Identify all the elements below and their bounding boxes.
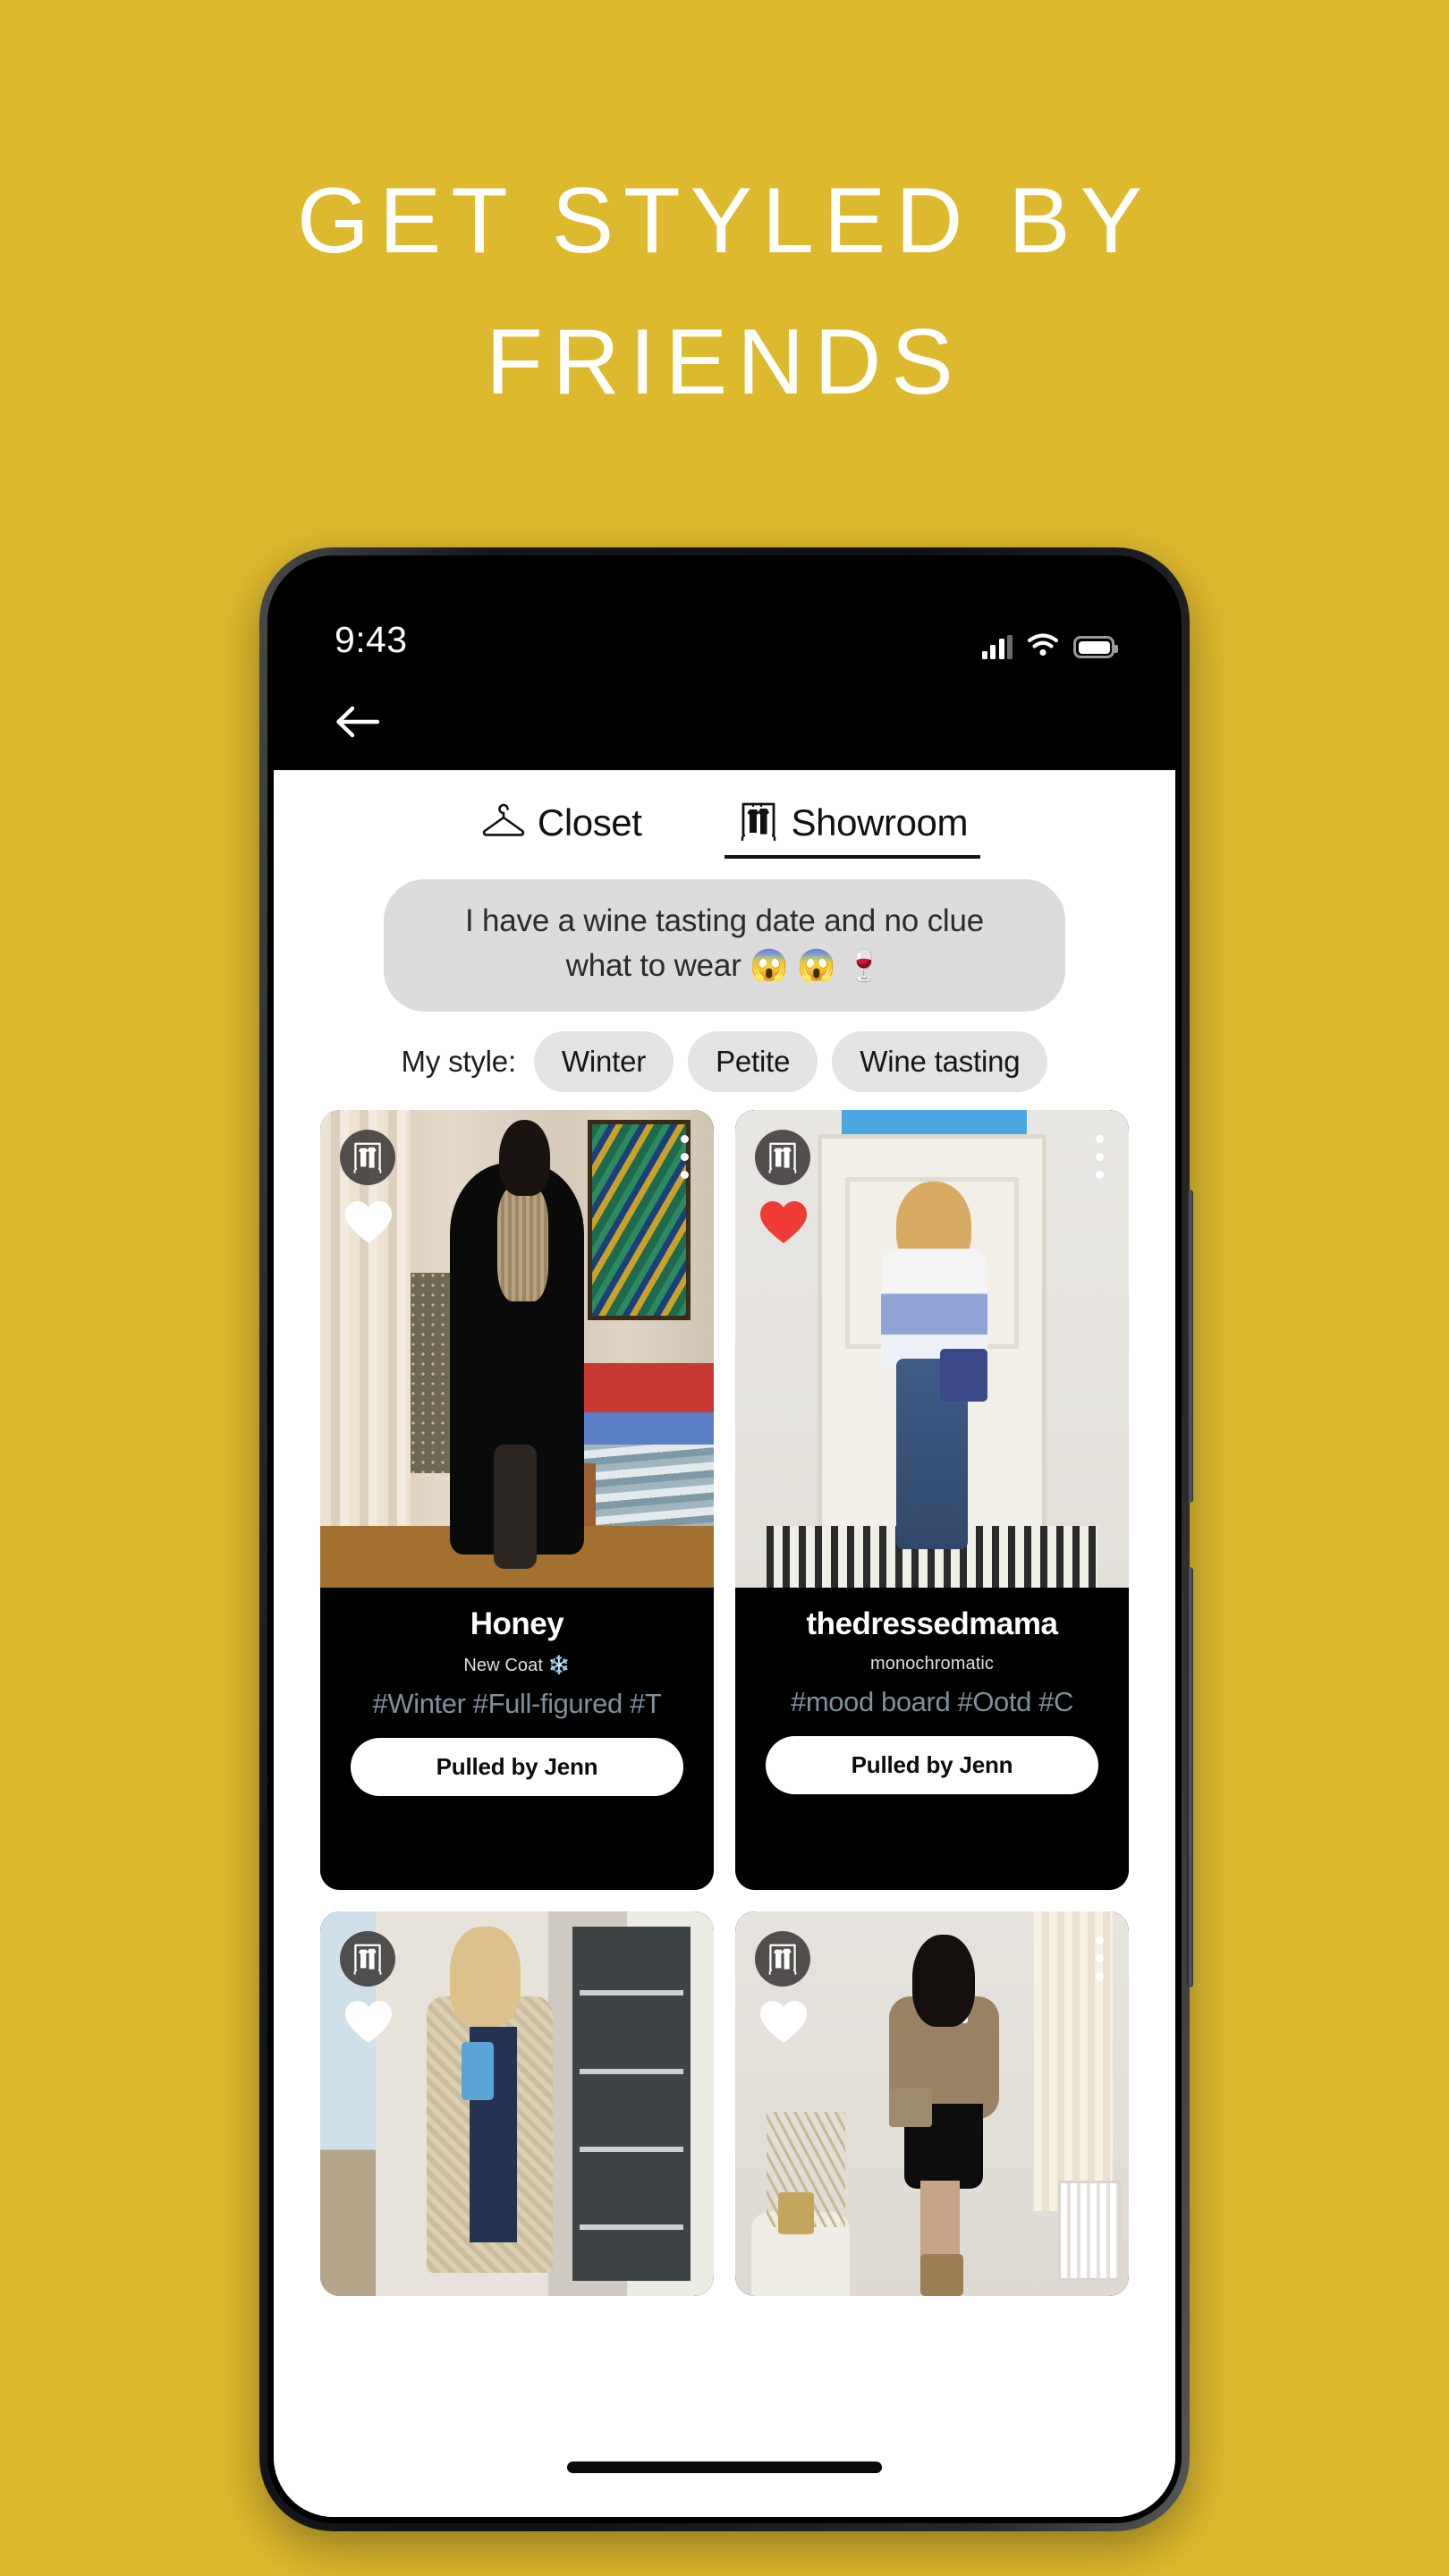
app-content: Closet Showroom I have a wine tasting da…: [274, 770, 1175, 2517]
outfit-photo[interactable]: [320, 1911, 714, 2297]
outfit-photo[interactable]: [735, 1110, 1129, 1589]
pulled-by-button[interactable]: Pulled by Jenn: [351, 1737, 683, 1796]
clothing-rack-icon: [755, 1931, 810, 1987]
outfit-card[interactable]: thedressedmama monochromatic #mood board…: [735, 1110, 1129, 1891]
status-icons: [981, 633, 1118, 661]
outfit-caption: thedressedmama monochromatic #mood board…: [735, 1588, 1129, 1891]
tab-closet[interactable]: Closet: [481, 801, 642, 856]
outfit-card[interactable]: [320, 1911, 714, 2297]
style-chip-winter[interactable]: Winter: [533, 1031, 674, 1093]
clothing-rack-icon: [737, 799, 780, 848]
status-time: 9:43: [335, 619, 408, 660]
showroom-grid: Honey New Coat ❄️ #Winter #Full-figured …: [274, 1110, 1175, 2417]
tab-closet-label: Closet: [537, 801, 642, 843]
outfit-username: thedressedmama: [806, 1606, 1058, 1642]
page-title-line-2: FRIENDS: [486, 310, 963, 415]
style-chip-petite[interactable]: Petite: [688, 1031, 818, 1093]
phone-mockup: 9:43 Closet Showroom I have a wine tasti…: [259, 547, 1193, 2531]
outfit-subtitle: monochromatic: [869, 1653, 995, 1674]
home-indicator-bar[interactable]: [567, 2461, 882, 2473]
more-options-icon[interactable]: [681, 1135, 689, 1180]
outfit-card[interactable]: [735, 1911, 1129, 2297]
outfit-caption: Honey New Coat ❄️ #Winter #Full-figured …: [320, 1588, 714, 1891]
outfit-tags: #mood board #Ootd #C: [791, 1685, 1073, 1717]
outfit-tags: #Winter #Full-figured #T: [372, 1687, 662, 1719]
outfit-card[interactable]: Honey New Coat ❄️ #Winter #Full-figured …: [320, 1110, 714, 1891]
phone-bezel: 9:43 Closet Showroom I have a wine tasti…: [267, 555, 1182, 2523]
outfit-username: Honey: [470, 1606, 564, 1642]
prompt-line-1: I have a wine tasting date and no clue: [464, 903, 985, 938]
prompt-section: I have a wine tasting date and no clue w…: [274, 874, 1175, 1013]
wifi-icon: [1027, 633, 1059, 661]
tab-showroom[interactable]: Showroom: [724, 799, 980, 859]
style-request-bubble[interactable]: I have a wine tasting date and no clue w…: [384, 879, 1065, 1013]
style-chip-wine-tasting[interactable]: Wine tasting: [832, 1031, 1048, 1093]
tab-showroom-label: Showroom: [791, 801, 969, 843]
clothes-hanger-icon: [481, 801, 526, 845]
clothing-rack-icon: [340, 1931, 395, 1987]
pulled-by-button[interactable]: Pulled by Jenn: [766, 1735, 1098, 1794]
phone-screen: 9:43 Closet Showroom I have a wine tasti…: [274, 562, 1175, 2517]
power-button[interactable]: [1187, 1567, 1193, 1987]
status-bar: 9:43: [274, 562, 1175, 674]
volume-button[interactable]: [1187, 1190, 1193, 1503]
back-button[interactable]: [333, 703, 381, 741]
home-indicator-area: [274, 2417, 1175, 2517]
heart-icon[interactable]: [343, 1199, 394, 1246]
more-options-icon[interactable]: [1096, 1936, 1104, 1981]
nav-bar: [274, 674, 1175, 770]
page-title: GET STYLED BY FRIENDS: [0, 150, 1449, 433]
style-filter-label: My style:: [401, 1045, 517, 1079]
cellular-signal-icon: [981, 635, 1013, 659]
heart-icon[interactable]: [343, 1999, 394, 2046]
prompt-line-2: what to wear 😱 😱 🍷: [565, 948, 884, 984]
heart-icon[interactable]: [758, 1999, 809, 2046]
page-title-line-1: GET STYLED BY: [296, 169, 1152, 273]
heart-icon[interactable]: [758, 1199, 809, 1246]
clothing-rack-icon: [340, 1130, 395, 1186]
more-options-icon[interactable]: [1096, 1135, 1104, 1180]
style-filter-row: My style: Winter Petite Wine tasting: [274, 1012, 1175, 1110]
tab-bar: Closet Showroom: [274, 770, 1175, 874]
outfit-subtitle: New Coat ❄️: [463, 1655, 571, 1675]
clothing-rack-icon: [755, 1130, 810, 1186]
outfit-photo[interactable]: [320, 1110, 714, 1589]
battery-icon: [1073, 636, 1118, 658]
outfit-photo[interactable]: [735, 1911, 1129, 2297]
